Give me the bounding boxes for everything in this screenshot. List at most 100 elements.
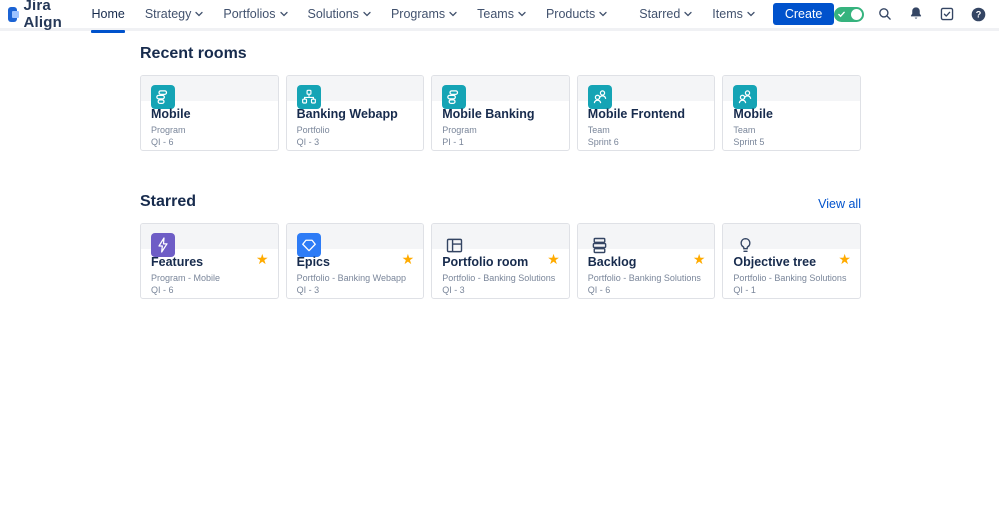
- nav-item-home[interactable]: Home: [81, 0, 134, 33]
- card-title: Backlog: [587, 255, 637, 269]
- starred-card-epics[interactable]: Epics ★ Portfolio - Banking Webapp QI - …: [285, 223, 425, 299]
- card-meta: QI - 6: [151, 137, 174, 147]
- card-meta: Sprint 6: [587, 137, 619, 147]
- nav-item-products[interactable]: Products: [536, 0, 617, 30]
- nav-item-label: Programs: [390, 7, 446, 21]
- toggle-knob: [851, 8, 863, 20]
- room-card-mobile-program[interactable]: Mobile Program QI - 6: [140, 75, 279, 151]
- nav-item-label: Strategy: [144, 7, 192, 21]
- card-subtitle: Program - Mobile: [151, 273, 221, 283]
- nav-item-solutions[interactable]: Solutions: [298, 0, 381, 30]
- view-all-link[interactable]: View all: [818, 197, 861, 211]
- starred-header: Starred View all: [140, 193, 861, 211]
- team-people-icon: [733, 85, 758, 109]
- card-meta: QI - 6: [151, 285, 174, 295]
- section-title-starred: Starred: [140, 193, 197, 210]
- nav-item-label: Products: [545, 7, 596, 21]
- nav-item-starred[interactable]: Starred: [629, 0, 702, 30]
- star-icon[interactable]: ★: [693, 252, 706, 266]
- search-icon[interactable]: [875, 4, 895, 24]
- room-card-mobile-team[interactable]: Mobile Team Sprint 5: [722, 75, 861, 151]
- feature-toggle-on[interactable]: [834, 6, 865, 22]
- portfolio-room-icon: [442, 233, 466, 257]
- star-icon[interactable]: ★: [838, 252, 851, 266]
- card-subtitle: Portfolio - Banking Webapp: [296, 273, 406, 283]
- nav-item-programs[interactable]: Programs: [381, 0, 467, 30]
- card-subtitle: Portfolio: [296, 125, 330, 135]
- card-title: Epics: [296, 255, 330, 269]
- room-card-mobile-banking[interactable]: Mobile Banking Program PI - 1: [431, 75, 570, 151]
- team-people-icon: [587, 85, 612, 109]
- card-subtitle: Program: [151, 125, 186, 135]
- nav-item-strategy[interactable]: Strategy: [135, 0, 214, 30]
- chevron-down-icon: [684, 11, 692, 17]
- main-content: Recent rooms Mobile Program QI - 6 Banki…: [0, 31, 999, 299]
- card-meta: QI - 3: [296, 137, 320, 147]
- create-button[interactable]: Create: [772, 3, 835, 25]
- chevron-down-icon: [195, 11, 204, 17]
- chevron-down-icon: [449, 11, 457, 17]
- nav-item-items[interactable]: Items: [702, 0, 765, 30]
- program-room-icon: [442, 85, 467, 109]
- room-card-banking-webapp[interactable]: Banking Webapp Portfolio QI - 3: [285, 75, 425, 151]
- card-subtitle: Portfolio - Banking Solutions: [733, 273, 847, 283]
- recent-rooms-card-row: Mobile Program QI - 6 Banking Webapp Por…: [140, 75, 861, 151]
- nav-item-label: Items: [712, 7, 743, 21]
- starred-card-portfolio-room[interactable]: Portfolio room ★ Portfolio - Banking Sol…: [431, 223, 570, 299]
- card-title: Portfolio room: [442, 255, 529, 269]
- card-meta: PI - 1: [442, 137, 464, 147]
- starred-card-objective-tree[interactable]: Objective tree ★ Portfolio - Banking Sol…: [722, 223, 861, 299]
- recent-rooms-header: Recent rooms: [140, 45, 861, 63]
- tasks-checkbox-icon[interactable]: [937, 4, 957, 24]
- nav-item-portfolios[interactable]: Portfolios: [213, 0, 297, 30]
- jira-align-logo-icon: [8, 6, 20, 22]
- card-title: Mobile: [733, 107, 773, 121]
- card-meta: QI - 3: [442, 285, 465, 295]
- card-meta: QI - 3: [296, 285, 320, 295]
- card-subtitle: Portfolio - Banking Solutions: [442, 273, 556, 283]
- program-room-icon: [151, 85, 175, 109]
- starred-card-row: Features ★ Program - Mobile QI - 6 Epics…: [140, 223, 861, 299]
- room-card-mobile-frontend[interactable]: Mobile Frontend Team Sprint 6: [576, 75, 716, 151]
- chevron-down-icon: [599, 11, 607, 17]
- card-title: Mobile Frontend: [587, 107, 685, 121]
- chevron-down-icon: [747, 11, 755, 17]
- star-icon[interactable]: ★: [402, 252, 415, 266]
- nav-item-label: Teams: [477, 7, 514, 21]
- objective-tree-bulb-icon: [733, 233, 757, 257]
- chevron-down-icon: [279, 11, 288, 17]
- card-title: Mobile Banking: [442, 107, 535, 121]
- card-title: Objective tree: [733, 255, 817, 269]
- card-meta: QI - 6: [587, 285, 611, 295]
- section-title-recent-rooms: Recent rooms: [140, 45, 247, 62]
- nav-item-label: Home: [91, 7, 125, 21]
- nav-item-label: Solutions: [307, 7, 359, 21]
- star-icon[interactable]: ★: [547, 252, 560, 266]
- chevron-down-icon: [363, 11, 371, 17]
- card-subtitle: Team: [587, 125, 610, 135]
- nav-item-label: Portfolios: [223, 7, 276, 21]
- starred-card-backlog[interactable]: Backlog ★ Portfolio - Banking Solutions …: [576, 223, 716, 299]
- card-subtitle: Program: [442, 125, 477, 135]
- features-lightning-icon: [151, 233, 175, 257]
- help-icon[interactable]: ?: [968, 4, 988, 24]
- card-subtitle: Portfolio - Banking Solutions: [587, 273, 701, 283]
- svg-text:?: ?: [976, 9, 982, 19]
- starred-card-features[interactable]: Features ★ Program - Mobile QI - 6: [140, 223, 279, 299]
- star-icon[interactable]: ★: [256, 252, 269, 266]
- check-icon: [838, 11, 846, 17]
- nav-item-teams[interactable]: Teams: [467, 0, 536, 30]
- epics-diamond-icon: [296, 233, 321, 257]
- card-subtitle: Team: [733, 125, 756, 135]
- card-title: Banking Webapp: [296, 107, 398, 121]
- nav-utility-group: ? ⚙: [834, 4, 999, 25]
- top-navigation-bar: Jira Align Home Strategy Portfolios Solu…: [0, 0, 999, 33]
- card-title: Mobile: [151, 107, 191, 121]
- backlog-icon: [588, 233, 612, 257]
- card-title: Features: [151, 255, 204, 269]
- jira-align-logo[interactable]: Jira Align: [8, 0, 67, 31]
- nav-item-label: Starred: [639, 7, 681, 21]
- notifications-bell-icon[interactable]: [906, 4, 926, 24]
- card-meta: Sprint 5: [733, 137, 765, 147]
- card-meta: QI - 1: [733, 285, 756, 295]
